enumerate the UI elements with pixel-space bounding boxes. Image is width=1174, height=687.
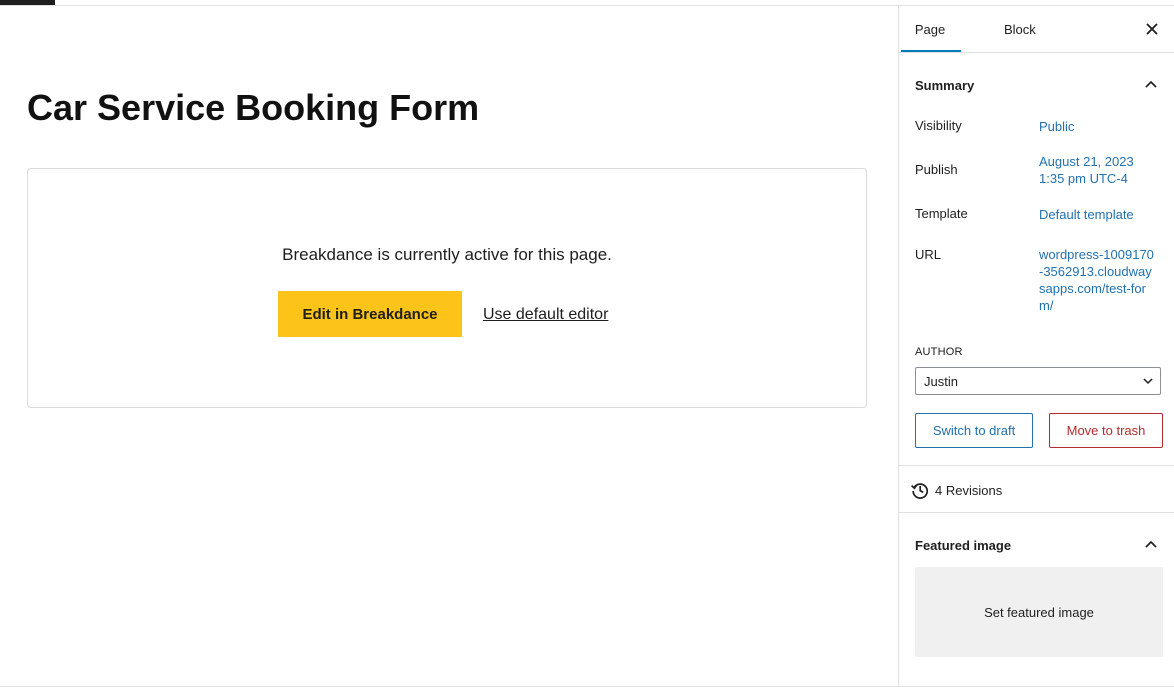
url-value[interactable]: wordpress-1009170-3562913.cloudwaysapps.… bbox=[1039, 246, 1155, 314]
move-to-trash-button[interactable]: Move to trash bbox=[1049, 413, 1163, 448]
sidebar-tabs: Page Block bbox=[899, 6, 1174, 53]
visibility-label: Visibility bbox=[915, 118, 962, 133]
breakdance-message: Breakdance is currently active for this … bbox=[282, 245, 612, 264]
revisions-link[interactable]: 4 Revisions bbox=[899, 466, 1174, 512]
author-select-value: Justin bbox=[924, 374, 958, 389]
template-label: Template bbox=[915, 206, 968, 221]
publish-label: Publish bbox=[915, 162, 958, 177]
close-icon[interactable] bbox=[1143, 20, 1161, 38]
author-label: AUTHOR bbox=[915, 346, 963, 358]
switch-to-draft-button[interactable]: Switch to draft bbox=[915, 413, 1033, 448]
set-featured-image-button[interactable]: Set featured image bbox=[915, 567, 1163, 657]
featured-image-title: Featured image bbox=[915, 538, 1012, 553]
author-select[interactable]: Justin bbox=[915, 367, 1161, 395]
edit-in-breakdance-button[interactable]: Edit in Breakdance bbox=[278, 291, 462, 337]
tab-block[interactable]: Block bbox=[1004, 6, 1036, 52]
breakdance-notice-card: Breakdance is currently active for this … bbox=[27, 168, 867, 408]
editor-canvas: Car Service Booking Form Breakdance is c… bbox=[0, 6, 898, 686]
featured-image-panel-header[interactable]: Featured image bbox=[899, 520, 1174, 570]
url-label: URL bbox=[915, 247, 942, 262]
use-default-editor-link[interactable]: Use default editor bbox=[483, 306, 608, 324]
history-icon bbox=[911, 483, 928, 499]
chevron-down-icon bbox=[1143, 378, 1153, 385]
revisions-label: 4 Revisions bbox=[935, 483, 1003, 498]
toolbar-logo-edge bbox=[0, 0, 55, 5]
publish-date: August 21, 2023 bbox=[1039, 154, 1134, 169]
publish-time: 1:35 pm UTC-4 bbox=[1039, 171, 1128, 186]
page-title[interactable]: Car Service Booking Form bbox=[27, 88, 479, 128]
summary-title: Summary bbox=[915, 78, 975, 93]
publish-value[interactable]: August 21, 2023 1:35 pm UTC-4 bbox=[1039, 153, 1161, 187]
chevron-up-icon bbox=[1145, 80, 1157, 88]
settings-sidebar: Page Block Summary Visibility Public Pub… bbox=[898, 6, 1174, 687]
template-value[interactable]: Default template bbox=[1039, 206, 1161, 223]
tab-page[interactable]: Page bbox=[901, 6, 961, 52]
chevron-up-icon bbox=[1145, 540, 1157, 548]
divider bbox=[899, 512, 1174, 513]
visibility-value[interactable]: Public bbox=[1039, 118, 1161, 135]
summary-panel-header[interactable]: Summary bbox=[899, 60, 1174, 110]
